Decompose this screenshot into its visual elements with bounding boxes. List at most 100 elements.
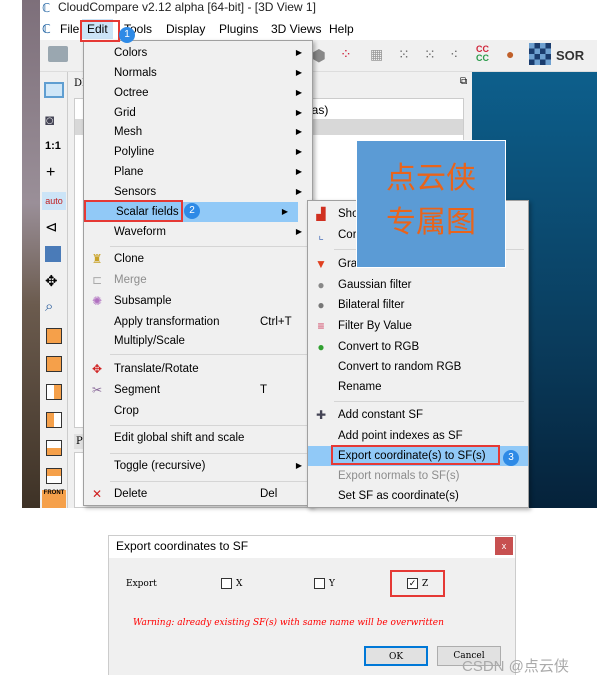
menu-item-clone[interactable]: ♜ Clone xyxy=(84,249,312,269)
menu-item-label: Mesh xyxy=(114,126,143,138)
open-folder-icon[interactable] xyxy=(48,46,68,62)
menu-item-label: Sensors xyxy=(114,186,157,198)
menu-item-delete[interactable]: ✕ Delete Del xyxy=(84,484,312,504)
menu-item-add-constant-sf[interactable]: ✚ Add constant SF xyxy=(308,405,528,425)
menu-item-normals[interactable]: Normals ▶ xyxy=(84,63,312,83)
menu-separator xyxy=(110,481,308,482)
menu-item-multiply-scale[interactable]: Multiply/Scale xyxy=(84,331,312,351)
view-bottom-icon[interactable] xyxy=(46,468,62,484)
screen-icon[interactable] xyxy=(44,82,64,98)
scatter-sample-icon[interactable]: ⁖ xyxy=(450,46,458,63)
app-logo-icon: ℂ xyxy=(42,22,51,36)
menu-item-convert-to-random-rgb[interactable]: Convert to random RGB xyxy=(308,357,528,377)
menu-item-apply-transformation[interactable]: Apply transformation Ctrl+T xyxy=(84,312,312,332)
shortcut-label: T xyxy=(260,384,268,396)
plus-icon: ✚ xyxy=(315,408,327,422)
menu-item-grid[interactable]: Grid ▶ xyxy=(84,103,312,123)
watermark-line1: 点云侠 xyxy=(386,161,476,196)
shield-icon[interactable]: ⬢ xyxy=(312,46,326,66)
magnifier-icon[interactable]: ⌕ xyxy=(45,298,53,315)
menu-item-label: Grid xyxy=(114,107,136,119)
menu-item-label: Delete xyxy=(114,488,148,500)
menu-item-bilateral-filter[interactable]: ● Bilateral filter xyxy=(308,295,528,315)
menu-item-label: Gaussian filter xyxy=(338,279,412,291)
curve-icon: ⌞ xyxy=(318,228,324,242)
move-icon[interactable]: ✥ xyxy=(45,272,58,290)
rotate-icon[interactable]: ⊲ xyxy=(45,218,58,236)
menu-item-label: Add constant SF xyxy=(338,409,424,421)
menu-item-set-sf-as-coordinate-s[interactable]: Set SF as coordinate(s) xyxy=(308,486,528,506)
export-coordinates-dialog: Export coordinates to SF x Export X Y ✓ … xyxy=(108,535,516,675)
menu-item-convert-to-rgb[interactable]: ● Convert to RGB xyxy=(308,337,528,357)
menu-separator xyxy=(110,453,308,454)
auto-pivot-icon[interactable]: auto xyxy=(42,192,66,210)
mesh-icon[interactable]: ▦ xyxy=(370,46,383,63)
view-front-icon[interactable] xyxy=(46,356,62,372)
menu-file[interactable]: File xyxy=(60,22,79,36)
edit-menu: Colors ▶ Normals ▶ Octree ▶ Grid ▶ Mesh ▶ Polyline… xyxy=(83,40,313,506)
menu-item-merge[interactable]: ⊏ Merge xyxy=(84,270,312,290)
menu-display[interactable]: Display xyxy=(166,22,205,36)
delete-icon: ✕ xyxy=(91,487,103,501)
menu-item-polyline[interactable]: Polyline ▶ xyxy=(84,142,312,162)
close-button[interactable]: x xyxy=(495,537,513,555)
menu-item-mesh[interactable]: Mesh ▶ xyxy=(84,122,312,142)
checkbox-x[interactable] xyxy=(221,578,232,589)
menu-item-segment[interactable]: ✂ Segment T xyxy=(84,380,312,400)
menu-plugins[interactable]: Plugins xyxy=(219,22,258,36)
menu-item-label: Polyline xyxy=(114,146,155,158)
menu-item-edit-global-shift-and-scale[interactable]: Edit global shift and scale xyxy=(84,428,312,448)
crosshair-icon[interactable]: + xyxy=(46,164,55,182)
cc-icon[interactable]: CC CC xyxy=(476,45,489,63)
menu-item-label: Add point indexes as SF xyxy=(338,430,463,442)
menu-item-waveform[interactable]: Waveform ▶ xyxy=(84,222,312,242)
camera-icon[interactable]: ◙ xyxy=(45,112,54,129)
menu-separator xyxy=(110,246,308,247)
menu-item-gaussian-filter[interactable]: ● Gaussian filter xyxy=(308,275,528,295)
dialog-title: Export coordinates to SF xyxy=(116,539,249,553)
view-right-icon[interactable] xyxy=(46,440,62,456)
menu-item-toggle-recursive[interactable]: Toggle (recursive) ▶ xyxy=(84,456,312,476)
float-panel-icon[interactable]: ⧉ xyxy=(460,76,467,87)
menu-item-add-point-indexes-as-sf[interactable]: Add point indexes as SF xyxy=(308,426,528,446)
checkbox-y[interactable] xyxy=(314,578,325,589)
menu-item-octree[interactable]: Octree ▶ xyxy=(84,83,312,103)
view-back-icon[interactable] xyxy=(46,412,62,428)
zoom-1to1-icon[interactable]: 1:1 xyxy=(45,140,61,152)
csdn-credit: CSDN @点云侠 xyxy=(462,658,569,675)
submenu-arrow-icon: ▶ xyxy=(281,207,288,216)
view-top-icon[interactable] xyxy=(46,328,62,344)
cube-icon[interactable] xyxy=(45,246,61,262)
scatter-icon[interactable]: ⁙ xyxy=(398,46,410,63)
front-view-icon[interactable]: FRONT xyxy=(42,490,66,508)
menu-item-label: Normals xyxy=(114,67,157,79)
menu-item-sensors[interactable]: Sensors ▶ xyxy=(84,182,312,202)
menu-help[interactable]: Help xyxy=(329,22,354,36)
menu-item-rename[interactable]: Rename xyxy=(308,377,528,397)
view-left-icon[interactable] xyxy=(46,384,62,400)
menu-item-label: Waveform xyxy=(114,226,166,238)
points-icon[interactable]: ⁘ xyxy=(340,46,352,63)
checkbox-x-label: X xyxy=(236,579,243,589)
desktop-background xyxy=(22,0,40,508)
menu-item-plane[interactable]: Plane ▶ xyxy=(84,162,312,182)
menu-item-export-normals-to-sf-s[interactable]: Export normals to SF(s) xyxy=(308,466,528,486)
checker-icon[interactable] xyxy=(529,43,551,65)
menu-item-crop[interactable]: Crop xyxy=(84,401,312,421)
menu-item-translate-rotate[interactable]: ✥ Translate/Rotate xyxy=(84,359,312,379)
menu-item-label: Convert to RGB xyxy=(338,341,420,353)
ok-button[interactable]: OK xyxy=(364,646,428,666)
merge-icon: ⊏ xyxy=(91,273,103,287)
menu-3d-views[interactable]: 3D Views xyxy=(271,22,321,36)
menu-separator xyxy=(334,401,524,402)
menu-item-filter-by-value[interactable]: ≡ Filter By Value xyxy=(308,316,528,336)
gaussian-icon: ● xyxy=(317,278,325,292)
sor-icon[interactable]: SOR xyxy=(556,48,584,63)
menu-item-label: Bilateral filter xyxy=(338,299,405,311)
menu-separator xyxy=(110,425,308,426)
menu-separator xyxy=(110,354,308,355)
menu-item-subsample[interactable]: ✺ Subsample xyxy=(84,291,312,311)
menu-item-colors[interactable]: Colors ▶ xyxy=(84,43,312,63)
scatter-plane-icon[interactable]: ⁙ xyxy=(424,46,436,63)
bottle-icon[interactable]: ● xyxy=(506,46,514,62)
